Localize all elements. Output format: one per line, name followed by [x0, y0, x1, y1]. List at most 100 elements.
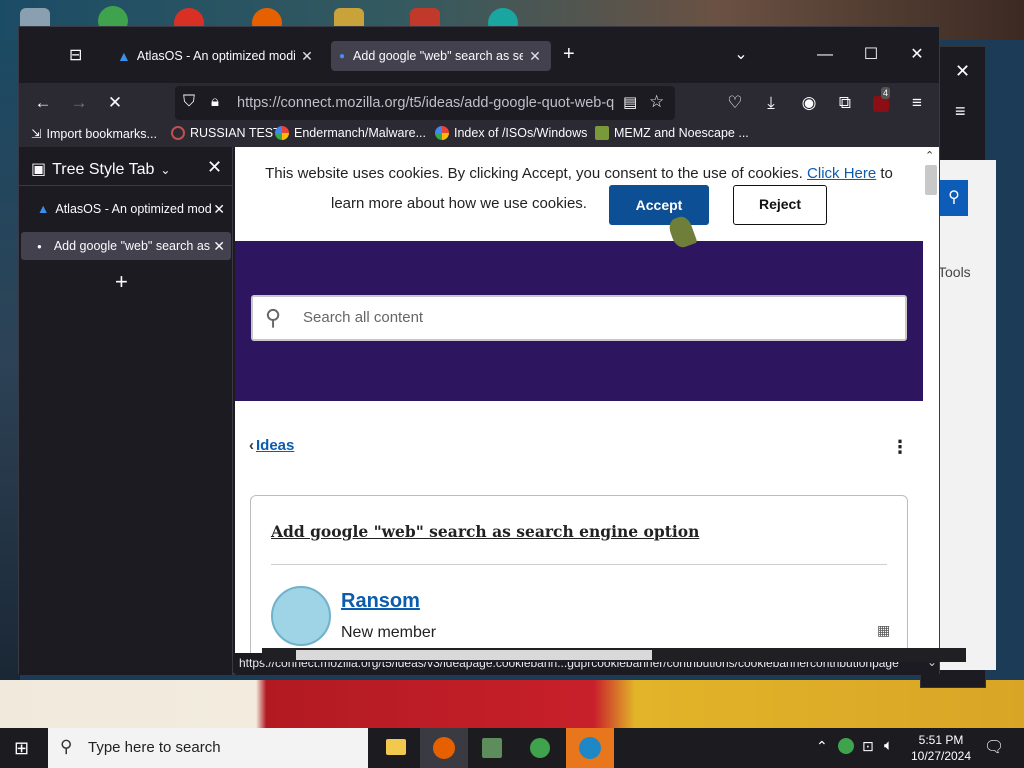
volume-icon[interactable]: 🔈︎	[884, 737, 893, 754]
tab-add-google-web[interactable]: ● Add google "web" search as sea ✕	[331, 41, 551, 71]
taskbar: ⊞ ⚲ Type here to search ⌃ ⊡ 🔈︎ 5:51 PM 1…	[0, 728, 1024, 768]
close-tab-icon[interactable]: ✕	[299, 48, 315, 65]
avatar[interactable]	[271, 586, 331, 646]
network-icon[interactable]: ⊡	[862, 738, 874, 755]
lock-icon[interactable]: 🔒︎	[211, 93, 219, 110]
cookie-banner: This website uses cookies. By clicking A…	[235, 147, 923, 241]
author-rank: New member	[341, 624, 437, 641]
desktop-wallpaper-left	[0, 40, 20, 680]
browser-window: ⊟ ▲ AtlasOS - An optimized modific ✕ ● A…	[18, 26, 940, 675]
cookie-text: This website uses cookies. By clicking A…	[265, 165, 893, 182]
url-bar[interactable]: ⛉ 🔒︎ https://connect.mozilla.org/t5/idea…	[175, 86, 675, 120]
magnifier-icon	[171, 126, 185, 140]
extension-badge: 4	[881, 87, 891, 99]
bg-search-icon[interactable]: ⚲	[940, 180, 968, 216]
new-tab-icon[interactable]: +	[563, 43, 575, 66]
tab-title: Add google "web" search as sea	[353, 49, 523, 63]
google-icon	[275, 126, 289, 140]
google-icon	[435, 126, 449, 140]
hscroll-thumb[interactable]	[296, 650, 652, 660]
loading-dot-icon: ●	[37, 241, 42, 251]
users-taskbar-icon[interactable]	[516, 728, 564, 768]
more-options-icon[interactable]: ⋮	[891, 437, 909, 458]
breadcrumb: ‹ Ideas	[249, 437, 294, 454]
tracking-shield-icon[interactable]: ⛉	[183, 93, 195, 111]
url-text[interactable]: https://connect.mozilla.org/t5/ideas/add…	[237, 95, 617, 111]
close-tab-icon[interactable]: ✕	[213, 238, 225, 255]
scroll-up-icon[interactable]: ⌃	[925, 149, 934, 162]
close-tab-icon[interactable]: ✕	[527, 48, 543, 65]
windows-start-icon[interactable]: ⊞	[14, 738, 29, 759]
author-link[interactable]: Ransom	[341, 590, 420, 613]
horizontal-scrollbar[interactable]	[262, 648, 966, 662]
tray-app-icon[interactable]	[838, 738, 854, 754]
navigation-toolbar: ← → ✕ ⛉ 🔒︎ https://connect.mozilla.org/t…	[19, 83, 939, 123]
sidebar-tab-add-google-web[interactable]: ● Add google "web" search as ✕	[21, 232, 231, 260]
search-icon: ⚲	[265, 305, 282, 330]
close-tab-icon[interactable]: ✕	[213, 201, 225, 218]
bg-close-icon[interactable]: ✕	[955, 61, 970, 82]
bookmark-star-icon[interactable]: ☆	[649, 92, 664, 112]
vertical-scrollbar[interactable]: ⌃	[923, 147, 939, 653]
reader-view-icon[interactable]: ▤	[623, 93, 637, 111]
sidebar-tab-atlasos[interactable]: ▲ AtlasOS - An optimized mod ✕	[21, 195, 231, 223]
ideas-back-link[interactable]: Ideas	[256, 437, 294, 454]
chevron-down-icon: ⌄	[160, 163, 171, 177]
site-icon	[595, 126, 609, 140]
extensions-icon[interactable]: ⧉	[831, 89, 859, 117]
sidebar-title[interactable]: ▣ Tree Style Tab ⌄	[31, 159, 170, 179]
desktop-wallpaper-bottom	[0, 680, 1024, 730]
atlas-logo-icon: ▲	[117, 48, 131, 64]
import-icon: ⇲	[31, 127, 42, 141]
minimize-button[interactable]: —	[803, 41, 847, 69]
bg-tools-label: Tools	[938, 264, 971, 280]
ublock-icon[interactable]: 4	[867, 87, 895, 117]
search-icon: ⚲	[60, 737, 73, 756]
divider	[19, 185, 233, 186]
accept-cookies-button[interactable]: Accept	[609, 185, 709, 225]
bookmark-endermanch[interactable]: Endermanch/Malware...	[275, 126, 426, 140]
bg-menu-icon[interactable]: ≡	[955, 101, 966, 122]
bookmark-import[interactable]: ⇲ Import bookmarks...	[31, 126, 157, 142]
edge-taskbar-icon[interactable]	[566, 728, 614, 768]
tab-atlasos[interactable]: ▲ AtlasOS - An optimized modific ✕	[109, 41, 323, 71]
hero-banner: ⚲ Search all content	[235, 241, 923, 401]
pocket-icon[interactable]: ♡	[721, 89, 749, 117]
maximize-button[interactable]: ☐	[849, 41, 893, 69]
taskbar-search-input[interactable]: ⚲ Type here to search	[48, 728, 368, 768]
tree-style-tab-sidebar: ▣ Tree Style Tab ⌄ ✕ ▲ AtlasOS - An optimi…	[19, 147, 233, 675]
divider	[271, 564, 887, 565]
close-window-button[interactable]: ✕	[895, 41, 939, 69]
downloads-icon[interactable]: ⤓	[757, 89, 785, 117]
back-arrow-icon[interactable]: ←	[29, 89, 57, 117]
post-title[interactable]: Add google "web" search as search engine…	[271, 522, 699, 541]
notifications-icon[interactable]: 🗨︎	[984, 737, 1004, 757]
stop-loading-icon[interactable]: ✕	[101, 89, 129, 117]
tab-overview-icon[interactable]: ⊟	[69, 45, 82, 65]
background-window-content: ⚲ Tools	[936, 160, 996, 670]
account-icon[interactable]: ◉	[795, 89, 823, 117]
bookmark-russian-test[interactable]: RUSSIAN TEST	[171, 126, 281, 140]
qr-icon[interactable]: ▦	[877, 622, 890, 639]
file-explorer-icon[interactable]	[372, 728, 420, 768]
app-taskbar-icon[interactable]	[468, 728, 516, 768]
chevron-left-icon: ‹	[249, 437, 254, 454]
hamburger-menu-icon[interactable]: ≡	[903, 89, 931, 117]
chevron-up-icon[interactable]: ⌃	[816, 738, 828, 755]
list-all-tabs-icon[interactable]: ⌄	[719, 41, 763, 69]
bookmark-memz[interactable]: MEMZ and Noescape ...	[595, 126, 749, 140]
close-sidebar-icon[interactable]: ✕	[207, 157, 222, 178]
cookie-click-here-link[interactable]: Click Here	[807, 165, 876, 182]
bookmark-isos[interactable]: Index of /ISOs/Windows	[435, 126, 587, 140]
scroll-thumb[interactable]	[925, 165, 937, 195]
sidebar-new-tab-icon[interactable]: +	[115, 269, 128, 295]
firefox-taskbar-icon[interactable]	[420, 728, 468, 768]
reject-cookies-button[interactable]: Reject	[733, 185, 827, 225]
tab-title: AtlasOS - An optimized modific	[136, 49, 295, 63]
forward-arrow-icon[interactable]: →	[65, 89, 93, 117]
bookmarks-toolbar: ⇲ Import bookmarks... RUSSIAN TEST Ender…	[19, 123, 939, 147]
atlas-logo-icon: ▲	[37, 202, 50, 216]
search-input[interactable]: ⚲ Search all content	[251, 295, 907, 341]
clock[interactable]: 5:51 PM 10/27/2024	[906, 732, 976, 764]
web-content: ⚲ Search all content This website uses c…	[235, 147, 923, 653]
